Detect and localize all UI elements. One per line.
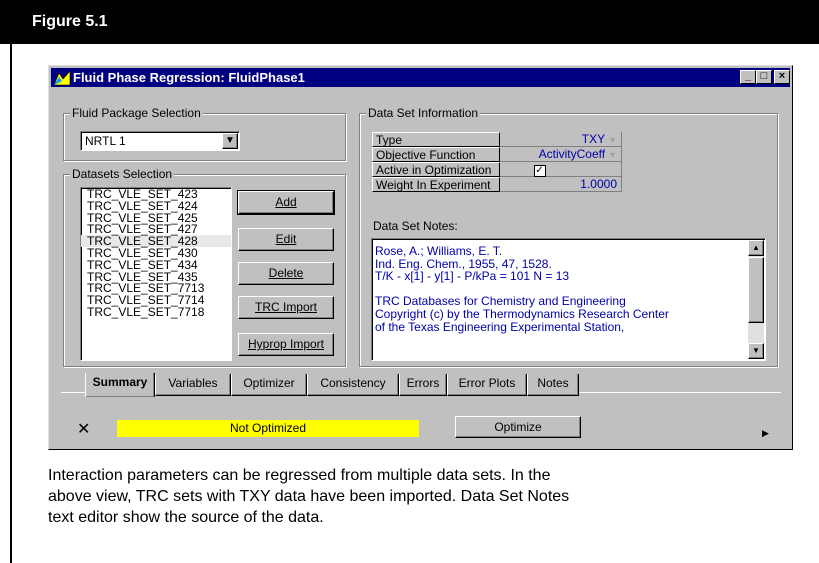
- delete-button-label: Delete: [268, 266, 304, 280]
- scroll-thumb[interactable]: [748, 257, 764, 323]
- info-label: Active in Optimization: [372, 162, 500, 177]
- notes-line: Rose, A.; Williams, E. T.: [375, 244, 503, 258]
- minimize-button[interactable]: _: [740, 70, 756, 84]
- notes-text[interactable]: Rose, A.; Williams, E. T. Ind. Eng. Chem.…: [375, 245, 745, 333]
- delete-x-icon[interactable]: ✕: [77, 419, 90, 439]
- add-button[interactable]: Add: [237, 190, 335, 215]
- add-button-label: Add: [275, 195, 297, 209]
- active-checkbox[interactable]: ✓: [533, 165, 546, 177]
- info-label: Weight In Experiment: [372, 177, 500, 192]
- dataset-list-item[interactable]: TRC_VLE_SET_434: [81, 259, 231, 271]
- scroll-up-icon[interactable]: ▲: [748, 240, 764, 256]
- tab-consistency[interactable]: Consistency: [307, 374, 399, 396]
- optimize-button[interactable]: Optimize: [455, 416, 581, 438]
- tab-summary[interactable]: Summary: [85, 373, 155, 397]
- caption-line: Interaction parameters can be regressed …: [48, 467, 551, 484]
- data-set-info-label: Data Set Information: [366, 106, 481, 120]
- notes-line: Copyright (c) by the Thermodynamics Rese…: [375, 306, 669, 321]
- fluid-package-value: NRTL 1: [85, 134, 126, 148]
- caption-line: above view, TRC sets with TXY data have …: [48, 488, 570, 505]
- active-value: ✓: [500, 162, 622, 177]
- notes-label: Data Set Notes:: [373, 219, 458, 233]
- dropdown-arrow-icon: ▼: [608, 150, 617, 160]
- type-value-text: TXY: [581, 132, 606, 146]
- tab-variables[interactable]: Variables: [155, 374, 231, 396]
- hyprop-import-button[interactable]: Hyprop Import: [238, 333, 334, 356]
- window-title: Fluid Phase Regression: FluidPhase1: [73, 70, 305, 85]
- info-label: Objective Function: [372, 147, 500, 162]
- figure-left-rule: [10, 44, 12, 563]
- scroll-down-icon[interactable]: ▼: [748, 343, 764, 359]
- trc-import-button[interactable]: TRC Import: [238, 296, 334, 319]
- tab-bar: Summary Variables Optimizer Consistency …: [61, 372, 581, 397]
- hyprop-import-button-label: Hyprop Import: [247, 337, 325, 351]
- type-value[interactable]: TXY ▼: [500, 132, 622, 147]
- edit-button[interactable]: Edit: [238, 228, 334, 251]
- edit-button-label: Edit: [275, 232, 297, 246]
- data-set-info-table: Type TXY ▼ Objective Function ActivityCoe…: [372, 132, 622, 192]
- notes-line: of the Texas Engineering Experimental St…: [375, 319, 625, 334]
- tab-error-plots[interactable]: Error Plots: [447, 374, 527, 396]
- dropdown-arrow-icon: ▼: [608, 135, 617, 145]
- notes-scrollbar[interactable]: ▲ ▼: [748, 240, 764, 359]
- figure-caption: Interaction parameters can be regressed …: [48, 465, 748, 528]
- figure-title: Figure 5.1: [32, 13, 108, 30]
- weight-value[interactable]: 1.0000: [500, 177, 622, 192]
- notes-editor[interactable]: Rose, A.; Williams, E. T. Ind. Eng. Chem.…: [371, 238, 766, 361]
- info-row-objective: Objective Function ActivityCoeff ▼: [372, 147, 622, 162]
- objective-value[interactable]: ActivityCoeff ▼: [500, 147, 622, 162]
- info-row-weight: Weight In Experiment 1.0000: [372, 177, 622, 192]
- info-row-active: Active in Optimization ✓: [372, 162, 622, 177]
- right-arrow-icon[interactable]: ▶: [762, 428, 769, 439]
- combo-dropdown-icon[interactable]: ▼: [222, 133, 238, 149]
- fluid-phase-regression-window: Fluid Phase Regression: FluidPhase1 _ □ …: [48, 65, 793, 450]
- tab-optimizer[interactable]: Optimizer: [231, 374, 307, 396]
- trc-import-button-label: TRC Import: [254, 300, 317, 314]
- app-icon: [53, 70, 71, 86]
- tab-errors[interactable]: Errors: [399, 374, 447, 396]
- maximize-button[interactable]: □: [756, 70, 772, 84]
- dataset-list-item[interactable]: TRC_VLE_SET_424: [81, 200, 231, 212]
- notes-line: T/K - x[1] - y[1] - P/kPa = 101 N = 13: [375, 269, 570, 284]
- close-button[interactable]: ×: [774, 70, 790, 84]
- datasets-listbox[interactable]: TRC_VLE_SET_423 TRC_VLE_SET_424 TRC_VLE_SE…: [80, 187, 232, 361]
- window-titlebar[interactable]: Fluid Phase Regression: FluidPhase1 _ □ …: [51, 68, 790, 87]
- info-label: Type: [372, 132, 500, 147]
- datasets-label: Datasets Selection: [70, 167, 175, 181]
- info-row-type: Type TXY ▼: [372, 132, 622, 147]
- tab-notes[interactable]: Notes: [527, 374, 579, 396]
- dataset-list-item[interactable]: TRC_VLE_SET_7718: [81, 306, 231, 318]
- delete-button[interactable]: Delete: [238, 262, 334, 285]
- fluid-package-combo[interactable]: NRTL 1 ▼: [80, 131, 240, 151]
- dataset-list-item[interactable]: TRC_VLE_SET_430: [81, 247, 231, 259]
- figure-header: Figure 5.1: [0, 0, 819, 44]
- caption-line: text editor show the source of the data.: [48, 509, 324, 526]
- objective-value-text: ActivityCoeff: [538, 147, 606, 161]
- optimization-status: Not Optimized: [117, 420, 419, 437]
- fluid-package-label: Fluid Package Selection: [70, 106, 203, 120]
